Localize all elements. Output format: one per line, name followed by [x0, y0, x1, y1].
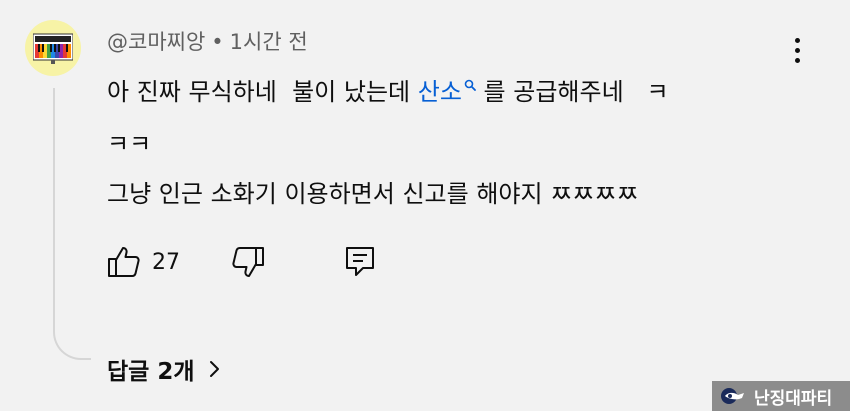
reply-button[interactable]	[344, 244, 376, 280]
more-options-button[interactable]	[780, 30, 814, 70]
view-replies-button[interactable]: 답글 2개	[107, 352, 221, 386]
piano-avatar-icon	[33, 33, 73, 64]
search-icon	[464, 79, 476, 91]
like-button[interactable]	[106, 244, 142, 280]
chevron-right-icon	[209, 361, 219, 377]
site-watermark: 난징대파티	[712, 381, 850, 411]
dislike-button[interactable]	[230, 244, 266, 280]
more-vert-icon-dot	[794, 47, 800, 53]
more-vert-icon-dot	[794, 57, 800, 63]
avatar[interactable]	[25, 20, 81, 76]
more-vert-icon-dot	[794, 37, 800, 43]
search-link[interactable]: 산소	[418, 78, 476, 106]
like-count: 27	[152, 250, 180, 275]
author-name[interactable]: @코마찌앙	[107, 30, 205, 54]
comment-text-line-1: 아 진짜 무식하네 불이 났는데 산소 를 공급해주네 ㅋ	[107, 72, 669, 107]
search-link-label: 산소	[417, 78, 462, 106]
comment-text-line-2: ㅋㅋ	[107, 130, 152, 158]
comment-timestamp[interactable]: 1시간 전	[230, 30, 308, 54]
meta-separator: •	[211, 30, 224, 54]
reply-thread-line	[53, 88, 91, 360]
comment-text-part: 아 진짜 무식하네 불이 났는데	[107, 78, 418, 106]
comment-text-line-3: 그냥 인근 소화기 이용하면서 신고를 해야지 ㅉㅉㅉㅉ	[107, 180, 639, 208]
thumbs-down-icon	[232, 247, 264, 277]
comment-meta: @코마찌앙 • 1시간 전	[107, 26, 308, 56]
replies-label: 답글 2개	[107, 359, 195, 385]
comment-reply-icon	[346, 247, 374, 276]
thumbs-up-icon	[108, 247, 140, 277]
comment-text-part: 를 공급해주네 ㅋ	[475, 78, 669, 106]
watermark-text: 난징대파티	[754, 388, 833, 409]
site-logo-icon	[721, 388, 744, 404]
